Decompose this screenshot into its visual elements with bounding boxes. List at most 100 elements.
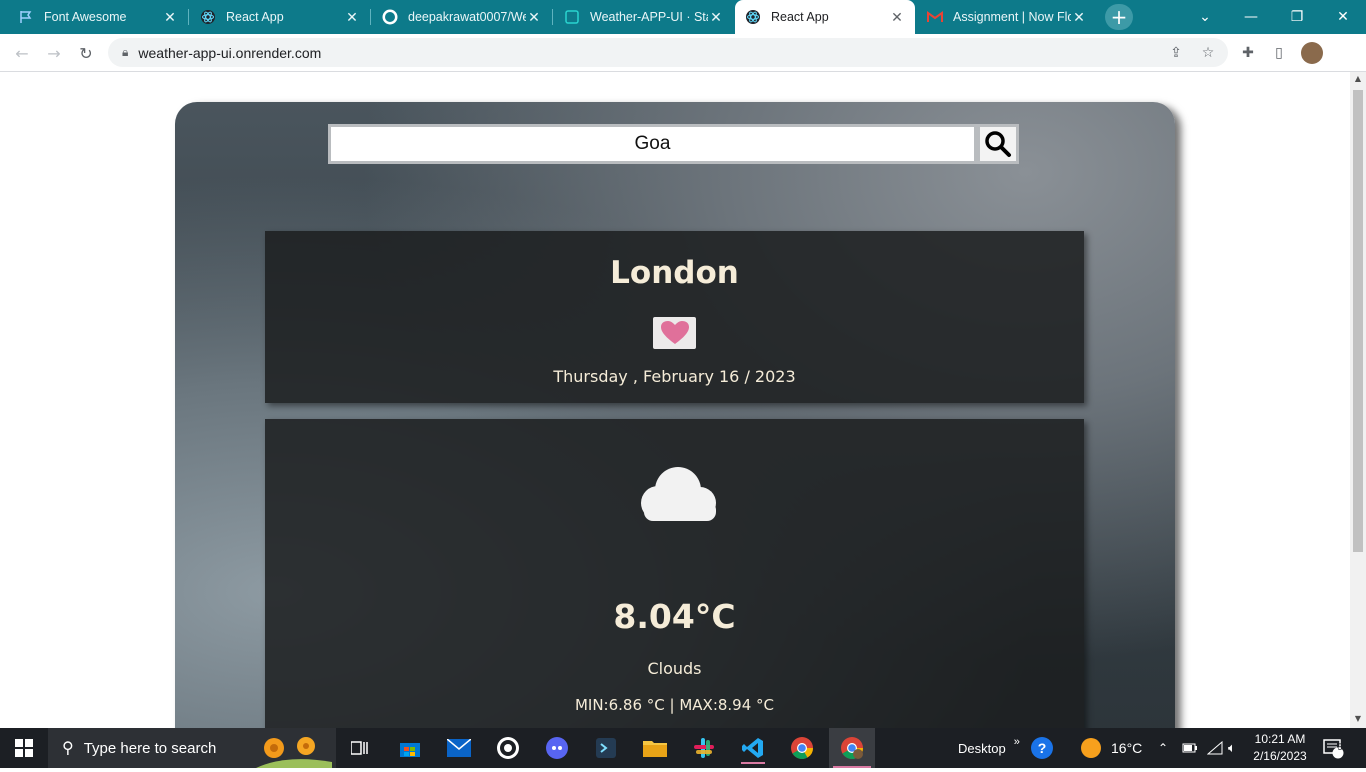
flowers-icon [256, 732, 332, 772]
tab-title: Font Awesome [44, 10, 127, 24]
tab-title: React App [771, 10, 829, 24]
reload-icon[interactable]: ↻ [73, 40, 99, 66]
minimize-icon[interactable]: — [1228, 0, 1274, 34]
desktop-toolbar[interactable]: Desktop » [958, 728, 1020, 768]
tab-search-icon[interactable]: ⌄ [1182, 0, 1228, 34]
forward-icon[interactable]: → [41, 40, 67, 66]
search-button[interactable] [977, 124, 1019, 164]
lock-icon: 🔒︎ [122, 45, 129, 59]
avatar[interactable] [1301, 42, 1323, 64]
tab-stackblitz[interactable]: Weather-APP-UI · Sta ✕ [554, 0, 734, 34]
min-max-temperature: MIN:6.86 °C | MAX:8.94 °C [574, 696, 775, 714]
close-icon[interactable]: ✕ [889, 9, 905, 26]
tab-github[interactable]: deepakrawat0007/We ✕ [372, 0, 552, 34]
close-icon[interactable]: ✕ [526, 9, 542, 26]
tab-separator [552, 9, 553, 25]
github-icon [382, 9, 398, 25]
battery-icon[interactable] [1182, 728, 1198, 768]
tab-title: Weather-APP-UI · Sta [590, 10, 708, 24]
favorite-button[interactable] [653, 317, 696, 349]
address-bar[interactable]: 🔒︎ weather-app-ui.onrender.com [108, 38, 1228, 67]
windows-icon [15, 739, 33, 757]
restore-icon[interactable]: ❐ [1274, 0, 1320, 34]
task-view-icon[interactable] [344, 732, 376, 764]
current-date: Thursday , February 16 / 2023 [553, 367, 796, 386]
wifi-icon[interactable] [1207, 728, 1223, 768]
react-icon [745, 9, 761, 25]
notifications-icon[interactable]: 5 [1322, 728, 1344, 768]
vscode-icon[interactable] [737, 732, 769, 764]
chrome-profile-icon[interactable] [829, 728, 875, 768]
close-icon[interactable]: ✕ [162, 9, 178, 26]
scroll-thumb[interactable] [1353, 90, 1363, 552]
weather-temp: 16°C [1111, 740, 1143, 756]
city-name: London [610, 255, 739, 291]
slack-icon[interactable] [688, 732, 720, 764]
start-button[interactable] [0, 728, 48, 768]
gmail-icon [927, 9, 943, 25]
stackblitz-icon [564, 9, 580, 25]
close-icon[interactable]: ✕ [344, 9, 360, 26]
mail-icon[interactable] [443, 732, 475, 764]
clock-date: 2/16/2023 [1253, 749, 1307, 763]
notification-count: 5 [1337, 742, 1343, 752]
chrome-icon[interactable] [786, 732, 818, 764]
star-icon[interactable]: ☆ [1197, 42, 1219, 64]
weather-card: 8.04°C Clouds MIN:6.86 °C | MAX:8.94 °C [265, 419, 1084, 728]
desktop-label: Desktop [958, 740, 1006, 756]
back-icon[interactable]: ← [9, 40, 35, 66]
clock[interactable]: 10:21 AM 2/16/2023 [1250, 728, 1310, 768]
tab-title: deepakrawat0007/We [408, 10, 526, 24]
tab-title: Assignment | Now Flo [953, 10, 1071, 24]
file-explorer-icon[interactable] [639, 732, 671, 764]
temperature: 8.04°C [613, 597, 736, 636]
tab-font-awesome[interactable]: Font Awesome ✕ [8, 0, 188, 34]
tab-react-app[interactable]: React App ✕ [190, 0, 370, 34]
sun-icon [1081, 738, 1101, 758]
terminal-icon[interactable] [590, 732, 622, 764]
city-card: London Thursday , February 16 / 2023 [265, 231, 1084, 403]
extensions-icon[interactable]: ✚ [1237, 42, 1259, 64]
heart-icon [660, 321, 689, 344]
weather-app-container: Goa London Thursday , February 16 / 2023 [175, 102, 1175, 728]
close-icon[interactable]: ✕ [708, 9, 724, 26]
search-icon [985, 131, 1011, 157]
chevron-right-icon: » [1013, 736, 1020, 748]
store-icon[interactable] [394, 732, 426, 764]
chevron-up-icon[interactable]: ⌃ [1158, 728, 1168, 768]
active-app-indicator [741, 762, 765, 764]
page-viewport: Goa London Thursday , February 16 / 2023 [0, 72, 1350, 728]
tab-title: React App [226, 10, 284, 24]
weather-description: Clouds [647, 659, 702, 678]
url-text: weather-app-ui.onrender.com [138, 44, 322, 61]
new-tab-button[interactable]: + [1105, 4, 1133, 30]
volume-icon[interactable]: 🔈︎ [1228, 728, 1236, 768]
close-window-icon[interactable]: ✕ [1320, 0, 1366, 34]
scroll-down-icon[interactable]: ▼ [1353, 714, 1363, 723]
cloud-icon [630, 463, 720, 527]
scroll-up-icon[interactable]: ▲ [1353, 74, 1363, 83]
whatsapp-icon[interactable] [492, 732, 524, 764]
share-icon[interactable]: ⇪ [1165, 42, 1187, 64]
taskbar-search[interactable]: ⚲ Type here to search [48, 728, 336, 768]
tab-separator [188, 9, 189, 25]
tab-react-app-active[interactable]: React App ✕ [735, 0, 915, 34]
search-icon: ⚲ [62, 740, 74, 757]
discord-icon[interactable] [541, 732, 573, 764]
tab-strip: Font Awesome ✕ React App ✕ deepakrawat00… [0, 0, 1366, 34]
browser-toolbar: ← → ↻ 🔒︎ weather-app-ui.onrender.com ⇪ ☆… [0, 34, 1366, 72]
flag-icon [18, 9, 34, 25]
tab-assignment[interactable]: Assignment | Now Flo ✕ [917, 0, 1097, 34]
tab-separator [370, 9, 371, 25]
close-icon[interactable]: ✕ [1071, 9, 1087, 26]
page-scrollbar[interactable]: ▲ ▼ [1350, 72, 1366, 728]
search-value: Goa [634, 133, 671, 154]
side-panel-icon[interactable]: ▯ [1268, 42, 1290, 64]
windows-taskbar: ⚲ Type here to search Desktop » ? 16°C ⌃… [0, 728, 1366, 768]
react-icon [200, 9, 216, 25]
city-search-input[interactable]: Goa [328, 124, 977, 164]
help-icon[interactable]: ? [1030, 728, 1054, 768]
svg-text:?: ? [1038, 740, 1047, 756]
clock-time: 10:21 AM [1254, 732, 1306, 746]
weather-widget[interactable]: 16°C [1080, 728, 1142, 768]
